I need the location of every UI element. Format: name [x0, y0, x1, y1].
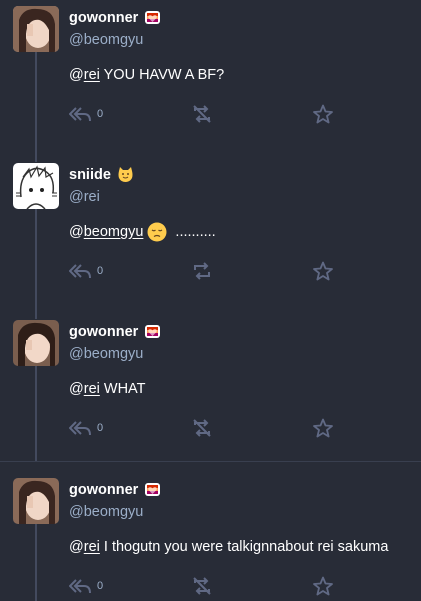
display-name[interactable]: gowonner	[69, 10, 138, 26]
favourite-button[interactable]	[313, 259, 333, 283]
mention-link[interactable]: rei	[84, 381, 100, 397]
status-actions: 0	[69, 416, 369, 440]
disappointed-face-emoji-icon	[147, 222, 167, 242]
mention-at: @	[69, 224, 84, 240]
reply-count: 0	[97, 580, 104, 592]
boost-button-disabled[interactable]	[191, 416, 213, 440]
status-text: ..........	[171, 224, 216, 240]
boost-button[interactable]	[191, 259, 213, 283]
reply-all-icon	[69, 421, 91, 436]
status-content: @ rei I thogutn you were talkignnabout re…	[69, 539, 388, 555]
pride-heart-emoji-icon	[144, 481, 161, 498]
reply-count: 0	[97, 265, 104, 277]
favourite-button[interactable]	[313, 416, 333, 440]
status-actions: 0	[69, 574, 369, 598]
boost-icon	[194, 262, 210, 280]
star-icon	[313, 104, 333, 124]
mention-at: @	[69, 381, 84, 397]
status-item[interactable]: gowonner @beomgyu @ rei WHAT 0	[0, 314, 421, 461]
pride-heart-emoji-icon	[144, 9, 161, 26]
mention-at: @	[69, 539, 84, 555]
mention-at: @	[69, 67, 84, 83]
reply-count: 0	[97, 422, 104, 434]
boost-disabled-icon	[193, 577, 211, 595]
status-actions: 0	[69, 102, 369, 126]
boost-disabled-icon	[193, 419, 211, 437]
display-name[interactable]: sniide	[69, 167, 111, 183]
cat-emoji-icon	[117, 166, 134, 183]
status-content: @ rei WHAT	[69, 381, 146, 397]
reply-all-icon	[69, 107, 91, 122]
star-icon	[313, 576, 333, 596]
display-name[interactable]: gowonner	[69, 482, 138, 498]
reply-all-button[interactable]: 0	[69, 259, 103, 283]
status-item[interactable]: gowonner @beomgyu @ rei I thogutn you wer…	[0, 472, 421, 601]
status-actions: 0	[69, 259, 369, 283]
pride-heart-emoji-icon	[144, 323, 161, 340]
avatar[interactable]	[13, 6, 59, 52]
mention-link[interactable]: rei	[84, 539, 100, 555]
boost-button-disabled[interactable]	[191, 574, 213, 598]
status-text: YOU HAVW A BF?	[99, 67, 225, 83]
boost-button-disabled[interactable]	[191, 102, 213, 126]
status-item[interactable]: gowonner @beomgyu @ rei YOU HAVW A BF? 0	[0, 0, 421, 157]
reply-all-icon	[69, 264, 91, 279]
status-content: @ rei YOU HAVW A BF?	[69, 67, 224, 83]
avatar[interactable]	[13, 320, 59, 366]
status-text: WHAT	[99, 381, 146, 397]
boost-disabled-icon	[193, 105, 211, 123]
status-text: I thogutn you were talkignnabout rei sak…	[99, 539, 389, 555]
mention-link[interactable]: rei	[84, 67, 100, 83]
display-name[interactable]: gowonner	[69, 324, 138, 340]
account-handle[interactable]: @beomgyu	[69, 32, 143, 48]
star-icon	[313, 261, 333, 281]
reply-all-button[interactable]: 0	[69, 102, 103, 126]
account-handle[interactable]: @beomgyu	[69, 504, 143, 520]
reply-count: 0	[97, 108, 104, 120]
status-item[interactable]: sniide @rei @ beomgyu .......... 0	[0, 157, 421, 314]
account-handle[interactable]: @rei	[69, 189, 100, 205]
reply-all-icon	[69, 579, 91, 594]
reply-all-button[interactable]: 0	[69, 416, 103, 440]
star-icon	[313, 418, 333, 438]
account-handle[interactable]: @beomgyu	[69, 346, 143, 362]
mention-link[interactable]: beomgyu	[84, 224, 144, 240]
status-content: @ beomgyu ..........	[69, 222, 216, 242]
reply-all-button[interactable]: 0	[69, 574, 103, 598]
divider	[0, 461, 421, 462]
favourite-button[interactable]	[313, 102, 333, 126]
favourite-button[interactable]	[313, 574, 333, 598]
avatar[interactable]	[13, 478, 59, 524]
avatar[interactable]	[13, 163, 59, 209]
